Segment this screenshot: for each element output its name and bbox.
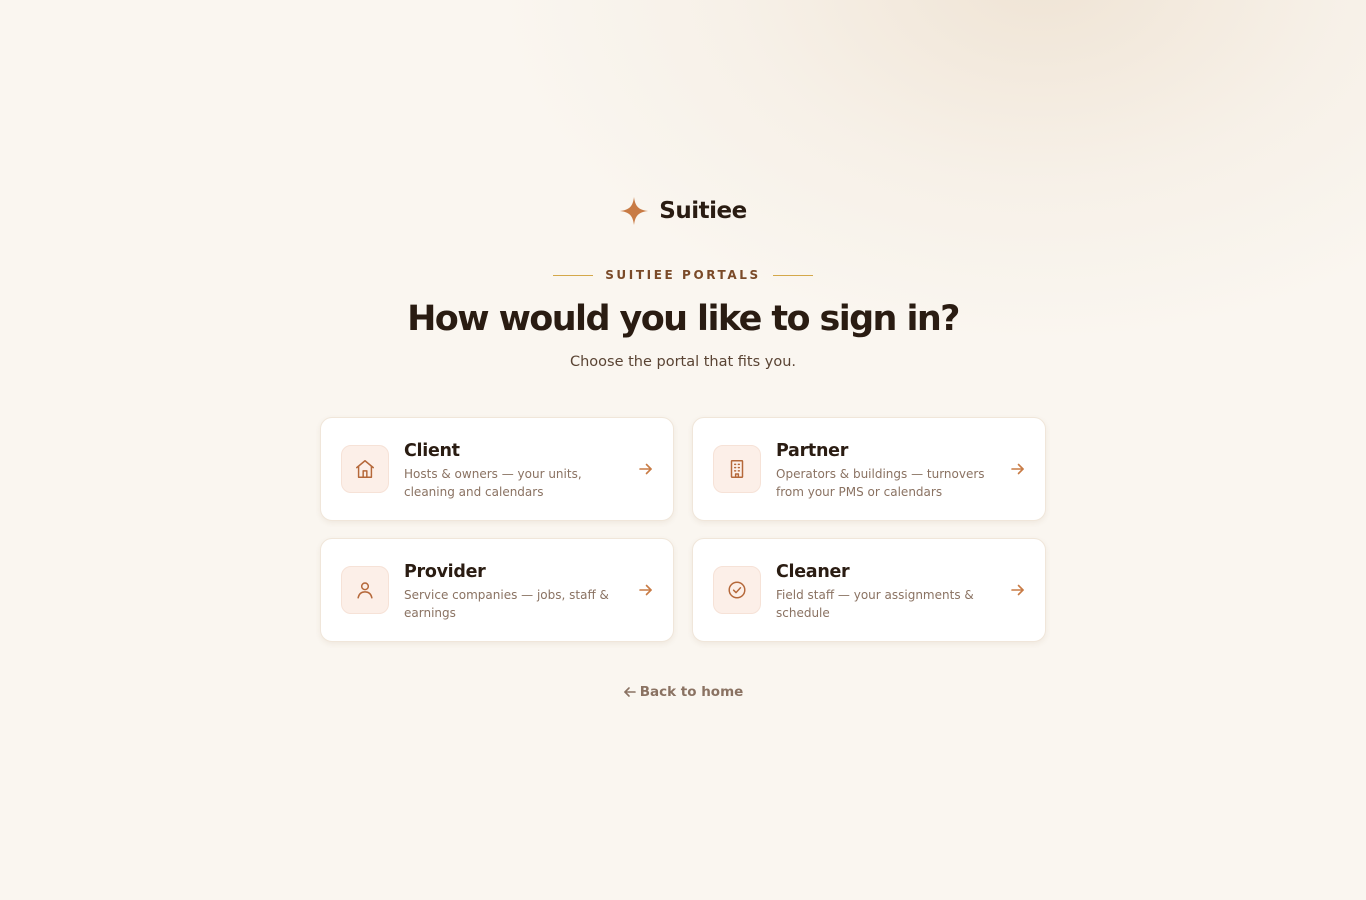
card-icon-tile: [341, 566, 389, 614]
arrow-right-icon: [639, 463, 652, 475]
back-to-home-link[interactable]: Back to home: [0, 684, 1366, 700]
portal-card-partner[interactable]: Partner Operators & buildings — turnover…: [692, 417, 1046, 521]
arrow-left-icon: [623, 687, 636, 697]
eyebrow: SUITIEE PORTALS: [0, 268, 1366, 282]
portal-title: Partner: [776, 441, 849, 461]
page-subtitle: Choose the portal that fits you.: [569, 354, 797, 370]
portal-selection-page: Suitiee SUITIEE PORTALS How would you li…: [0, 0, 1366, 900]
portal-card-provider[interactable]: Provider Service companies — jobs, staff…: [320, 538, 674, 642]
portal-title: Client: [404, 441, 460, 461]
brand-logo: Suitiee: [0, 196, 1366, 226]
portal-description: Hosts & owners — your units, cleaning an…: [404, 467, 582, 499]
card-icon-tile: [341, 445, 389, 493]
sparkle-icon: [620, 197, 649, 225]
portal-description: Operators & buildings — turnovers from y…: [776, 467, 985, 499]
building-icon: [730, 460, 744, 478]
back-to-home-label: Back to home: [639, 684, 744, 700]
home-icon: [356, 460, 374, 478]
portal-description: Service companies — jobs, staff & earnin…: [404, 588, 609, 620]
arrow-right-icon: [1011, 463, 1024, 475]
arrow-right-icon: [1011, 584, 1024, 596]
card-icon-tile: [713, 445, 761, 493]
portal-description: Field staff — your assignments & schedul…: [776, 588, 974, 620]
arrow-right-icon: [639, 584, 652, 596]
eyebrow-rule-right: [772, 274, 813, 276]
portal-title: Provider: [404, 562, 486, 582]
eyebrow-text: SUITIEE PORTALS: [605, 268, 761, 282]
card-icon-tile: [713, 566, 761, 614]
portal-card-client[interactable]: Client Hosts & owners — your units, clea…: [320, 417, 674, 521]
portal-card-cleaner[interactable]: Cleaner Field staff — your assignments &…: [692, 538, 1046, 642]
brand-name: Suitiee: [659, 198, 747, 224]
portal-title: Cleaner: [776, 562, 850, 582]
page-title: How would you like to sign in?: [407, 299, 960, 339]
check-circle-icon: [728, 581, 746, 599]
eyebrow-rule-left: [553, 274, 594, 276]
user-icon: [357, 582, 373, 599]
